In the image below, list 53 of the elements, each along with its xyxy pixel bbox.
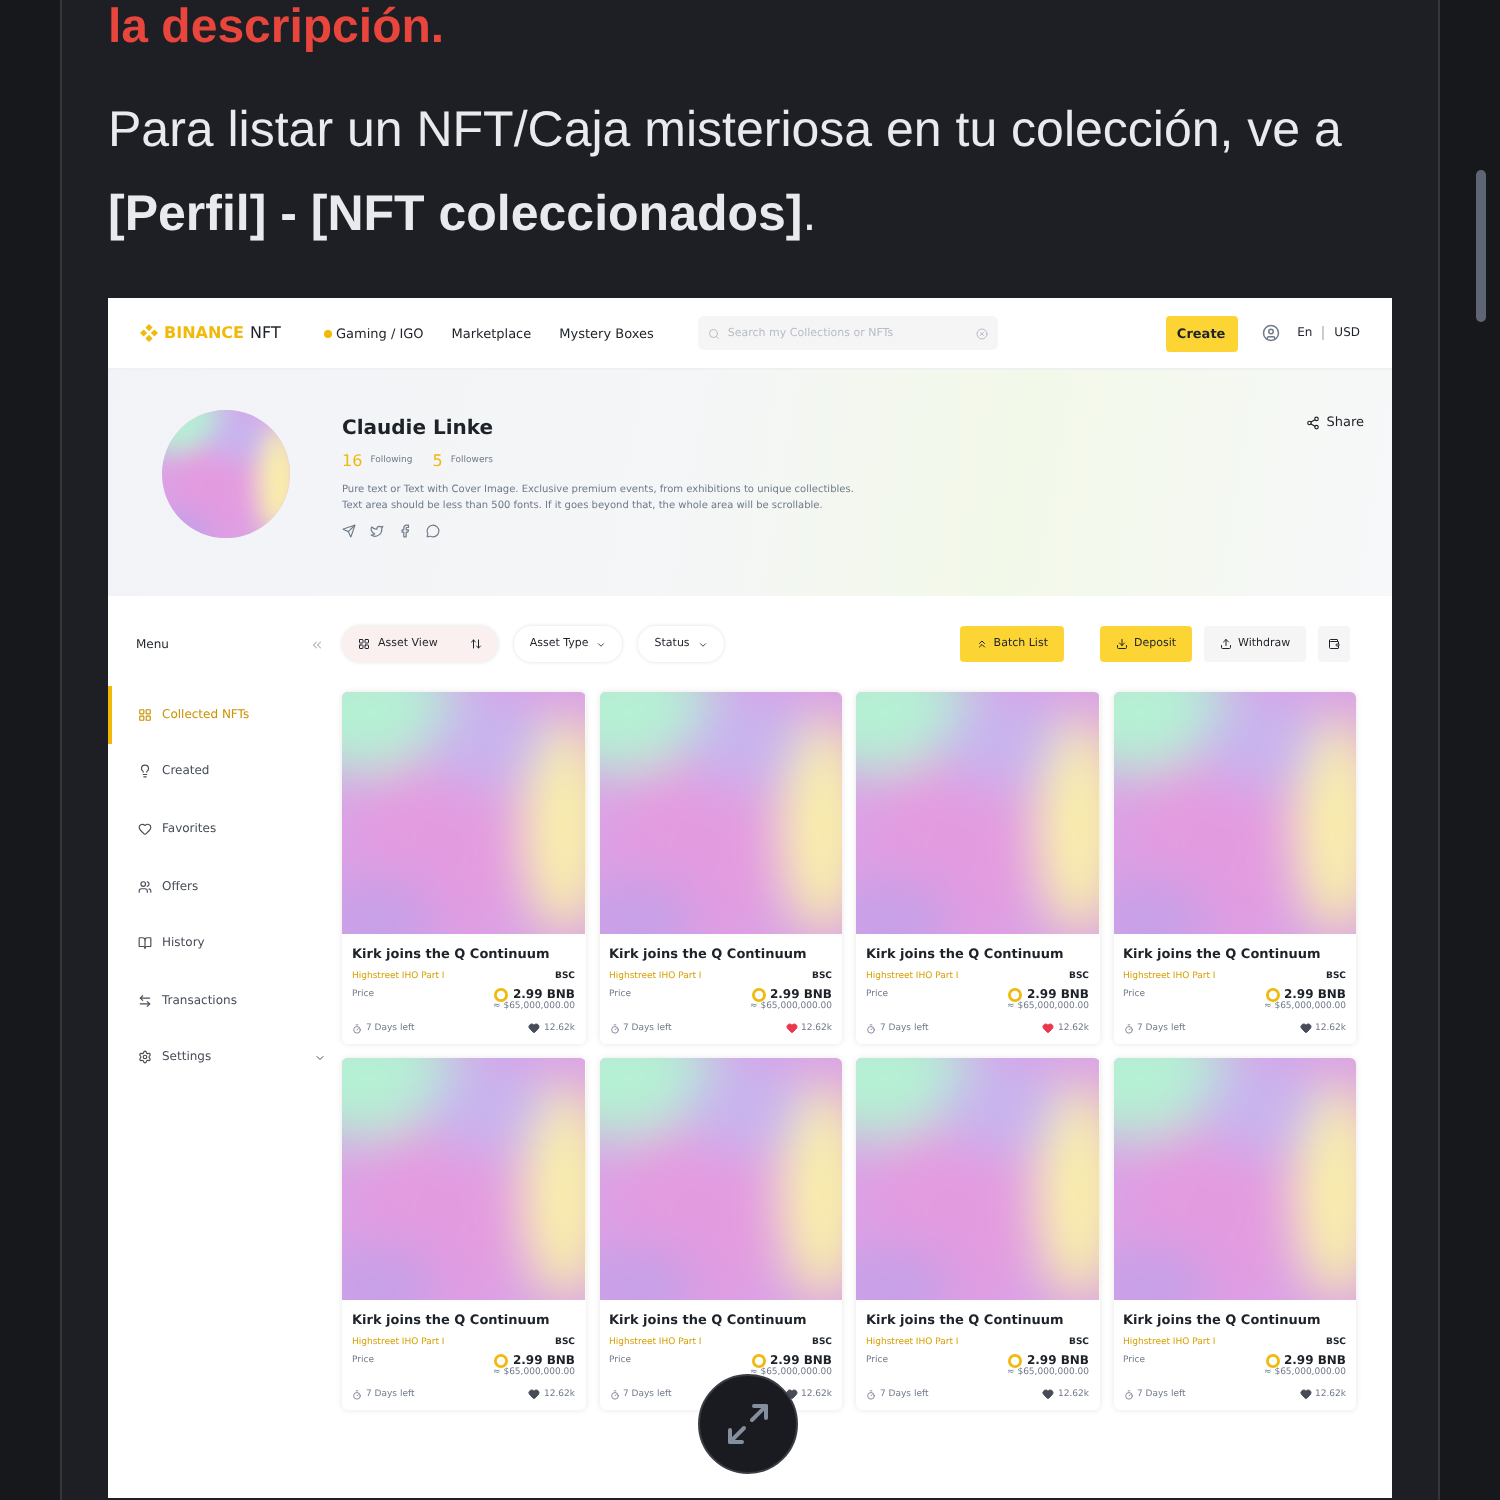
dot-icon (324, 329, 332, 337)
twitter-icon[interactable] (370, 524, 384, 538)
coin-icon (751, 1354, 766, 1368)
timer-icon (1123, 1023, 1133, 1033)
share-icon (1306, 415, 1321, 429)
logo-brand: BINANCE (164, 324, 244, 342)
telegram-icon[interactable] (342, 524, 356, 538)
heart-icon[interactable] (1299, 1388, 1311, 1400)
chevrons-up-icon (975, 638, 988, 650)
wallet-icon (1328, 638, 1341, 650)
grid-icon (358, 638, 370, 650)
transfer-icon (138, 993, 152, 1008)
caret-icon (697, 639, 708, 649)
timer-icon (609, 1023, 619, 1033)
user-icon[interactable] (1261, 324, 1280, 342)
timer-icon (866, 1389, 876, 1399)
coin-icon (1265, 988, 1280, 1002)
logo-icon (140, 324, 158, 342)
search-icon (707, 327, 720, 339)
profile-name: Claudie Linke (342, 418, 496, 440)
timer-icon (1123, 1389, 1133, 1399)
heart-icon[interactable] (528, 1022, 540, 1034)
timer-icon (866, 1023, 876, 1033)
paragraph: Para listar un NFT/Caja misteriosa en tu colección, ve a [Perfil] - [NFT coleccionados]. (108, 100, 1344, 246)
coin-icon (494, 988, 509, 1002)
heart-icon (138, 821, 152, 836)
download-icon (1115, 638, 1128, 650)
swap-icon (469, 638, 482, 650)
chat-icon[interactable] (426, 524, 440, 538)
bulb-icon (138, 764, 152, 779)
coin-icon (751, 988, 766, 1002)
clear-icon (975, 327, 988, 339)
coin-icon (1008, 988, 1023, 1002)
caret-icon (596, 639, 607, 649)
heart-icon[interactable] (1042, 1388, 1054, 1400)
heart-icon[interactable] (528, 1388, 540, 1400)
following-count: 16 (342, 452, 363, 470)
followers-count: 5 (432, 452, 443, 470)
settings-icon (138, 1050, 152, 1065)
facebook-icon[interactable] (398, 524, 412, 538)
coin-icon (1265, 1354, 1280, 1368)
upload-icon (1220, 638, 1233, 650)
timer-icon (352, 1023, 362, 1033)
heading: la descripción. (108, 0, 447, 56)
grid-icon (138, 707, 152, 722)
timer-icon (352, 1389, 362, 1399)
coin-icon (1008, 1354, 1023, 1368)
coin-icon (494, 1354, 509, 1368)
heart-icon[interactable] (1299, 1022, 1311, 1034)
timer-icon (609, 1389, 619, 1399)
expand-icon (724, 1400, 772, 1448)
wallet-button[interactable] (1318, 626, 1351, 662)
logo-product: NFT (250, 324, 281, 342)
